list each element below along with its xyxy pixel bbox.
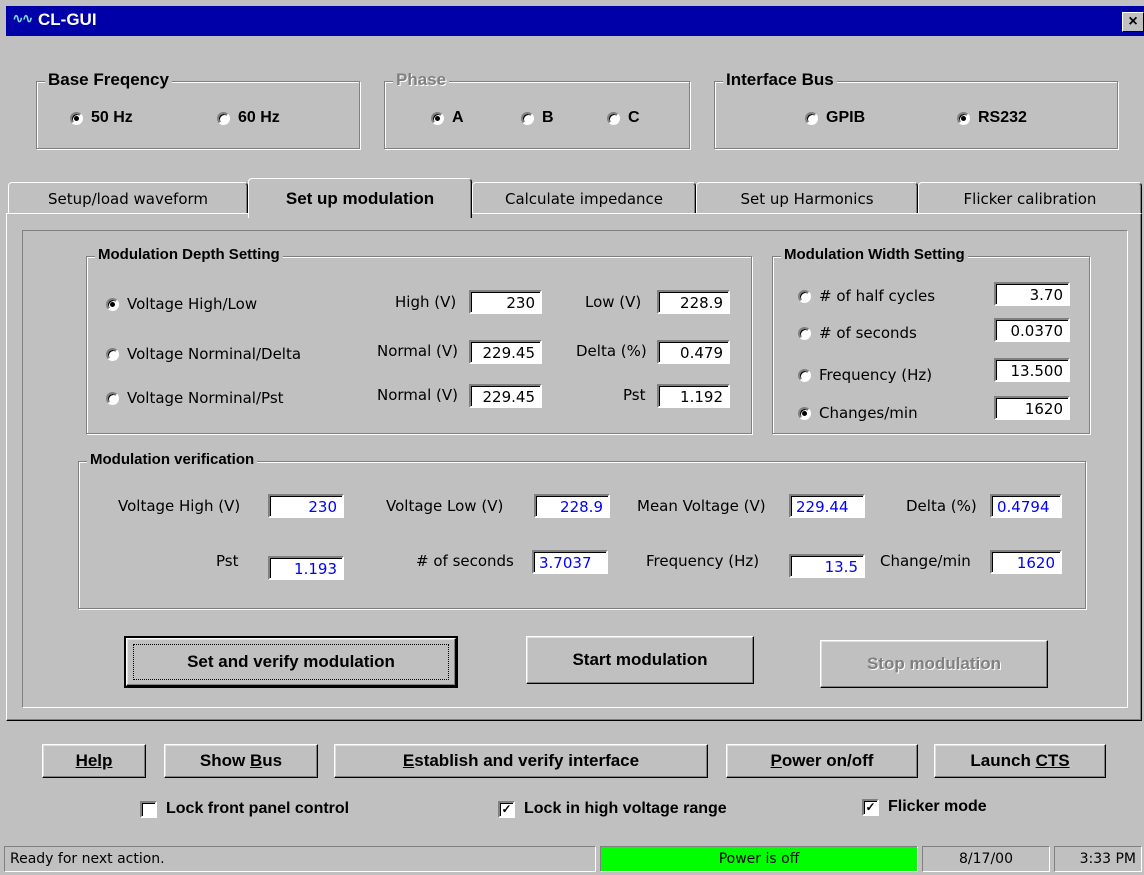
- radio-rs232[interactable]: RS232: [957, 109, 1027, 127]
- seconds-field[interactable]: 0.0370: [994, 318, 1070, 342]
- verify-change-min-label: Change/min: [880, 552, 971, 570]
- radio-changes-min[interactable]: Changes/min: [798, 404, 918, 422]
- app-window: ∿∿ CL-GUI × Base Freqency 50 Hz 60 Hz Ph…: [0, 0, 1144, 875]
- modulation-depth-label: Modulation Depth Setting: [95, 246, 283, 263]
- check-mark-icon: ✓: [862, 798, 879, 816]
- radio-gpib[interactable]: GPIB: [805, 109, 865, 127]
- verify-delta-label: Delta (%): [906, 497, 977, 515]
- radio-phase-a[interactable]: A: [431, 109, 464, 127]
- verify-pst-value: 1.193: [268, 556, 344, 580]
- high-v-field[interactable]: 230: [469, 290, 542, 314]
- phase-group: Phase A B C: [384, 70, 690, 149]
- radio-dot: [798, 406, 811, 420]
- show-bus-button[interactable]: Show Bus: [164, 744, 318, 778]
- verify-voltage-low-value: 228.9: [534, 494, 610, 518]
- radio-dot: [431, 111, 444, 125]
- radio-dot: [805, 111, 818, 125]
- tab-set-up-modulation[interactable]: Set up modulation: [248, 178, 472, 218]
- radio-phase-c[interactable]: C: [607, 109, 640, 127]
- radio-voltage-normal-delta[interactable]: Voltage Norminal/Delta: [106, 345, 301, 363]
- lock-front-panel-checkbox[interactable]: Lock front panel control: [140, 800, 349, 818]
- radio-dot: [798, 326, 811, 340]
- verify-seconds-label: # of seconds: [416, 552, 514, 570]
- radio-dot: [521, 111, 534, 125]
- base-frequency-group: Base Freqency 50 Hz 60 Hz: [36, 70, 360, 149]
- radio-dot: [70, 111, 83, 125]
- modulation-verification-group: Modulation verification: [78, 451, 1086, 609]
- verify-voltage-high-label: Voltage High (V): [118, 497, 241, 515]
- verify-mean-voltage-label: Mean Voltage (V): [637, 497, 766, 515]
- establish-interface-button[interactable]: Establish and verify interface: [334, 744, 708, 778]
- low-v-field[interactable]: 228.9: [657, 290, 730, 314]
- radio-voltage-high-low[interactable]: Voltage High/Low: [106, 295, 257, 313]
- radio-frequency[interactable]: Frequency (Hz): [798, 366, 932, 384]
- status-message: Ready for next action.: [4, 846, 596, 872]
- lock-high-voltage-checkbox[interactable]: ✓ Lock in high voltage range: [498, 800, 727, 818]
- checkbox-box: [140, 800, 157, 818]
- radio-dot: [607, 111, 620, 125]
- normal-v-field[interactable]: 229.45: [469, 340, 542, 364]
- half-cycles-field[interactable]: 3.70: [994, 282, 1070, 306]
- radio-dot: [957, 111, 970, 125]
- verify-voltage-high-value: 230: [268, 494, 344, 518]
- interface-bus-label: Interface Bus: [723, 70, 837, 90]
- low-v-label: Low (V): [585, 293, 642, 311]
- tab-setup-load-waveform[interactable]: Setup/load waveform: [8, 182, 248, 214]
- stop-modulation-button[interactable]: Stop modulation: [820, 640, 1048, 688]
- verify-change-min-value: 1620: [990, 550, 1062, 574]
- radio-seconds[interactable]: # of seconds: [798, 324, 917, 342]
- normal-v-label: Normal (V): [377, 342, 459, 360]
- radio-dot: [217, 111, 230, 125]
- radio-phase-b[interactable]: B: [521, 109, 554, 127]
- tab-set-up-harmonics[interactable]: Set up Harmonics: [696, 182, 918, 214]
- status-date: 8/17/00: [922, 846, 1050, 872]
- verify-seconds-value: 3.7037: [532, 550, 608, 574]
- start-modulation-button[interactable]: Start modulation: [526, 636, 754, 684]
- tab-flicker-calibration[interactable]: Flicker calibration: [918, 182, 1142, 214]
- status-time: 3:33 PM: [1054, 846, 1142, 872]
- base-frequency-label: Base Freqency: [45, 70, 172, 90]
- modulation-verification-label: Modulation verification: [87, 451, 258, 468]
- launch-cts-button[interactable]: Launch CTS: [934, 744, 1106, 778]
- check-mark-icon: ✓: [498, 800, 515, 818]
- radio-60hz[interactable]: 60 Hz: [217, 109, 280, 127]
- close-button[interactable]: ×: [1122, 12, 1144, 32]
- verify-voltage-low-label: Voltage Low (V): [386, 497, 504, 515]
- modulation-width-label: Modulation Width Setting: [781, 246, 968, 263]
- set-verify-modulation-button[interactable]: Set and verify modulation: [124, 636, 458, 688]
- high-v-label: High (V): [395, 293, 457, 311]
- radio-dot: [106, 391, 119, 405]
- verify-frequency-label: Frequency (Hz): [646, 552, 760, 570]
- window-title: CL-GUI: [38, 10, 97, 29]
- title-bar[interactable]: ∿∿ CL-GUI ×: [6, 6, 1144, 36]
- verify-frequency-value: 13.5: [789, 554, 865, 578]
- radio-voltage-normal-pst[interactable]: Voltage Norminal/Pst: [106, 389, 284, 407]
- radio-dot: [798, 289, 811, 303]
- focus-rect: [133, 644, 449, 680]
- changes-min-field[interactable]: 1620: [994, 396, 1070, 420]
- pst-field[interactable]: 1.192: [657, 384, 730, 408]
- phase-label: Phase: [393, 70, 450, 90]
- normal-v-pst-field[interactable]: 229.45: [469, 384, 542, 408]
- frequency-field[interactable]: 13.500: [994, 358, 1070, 382]
- verify-mean-voltage-value: 229.44: [789, 494, 865, 518]
- flicker-mode-checkbox[interactable]: ✓ Flicker mode: [862, 798, 987, 816]
- tab-calculate-impedance[interactable]: Calculate impedance: [472, 182, 696, 214]
- pst-label: Pst: [623, 386, 646, 404]
- waveform-icon: ∿∿: [12, 11, 33, 27]
- normal-v-pst-label: Normal (V): [377, 386, 459, 404]
- interface-bus-group: Interface Bus GPIB RS232: [714, 70, 1118, 149]
- radio-dot: [106, 297, 119, 311]
- help-button[interactable]: Help: [42, 744, 146, 778]
- radio-dot: [106, 347, 119, 361]
- radio-dot: [798, 368, 811, 382]
- verify-pst-label: Pst: [216, 552, 239, 570]
- radio-50hz[interactable]: 50 Hz: [70, 109, 133, 127]
- power-status: Power is off: [600, 846, 918, 872]
- radio-half-cycles[interactable]: # of half cycles: [798, 287, 935, 305]
- power-on-off-button[interactable]: Power on/off: [726, 744, 918, 778]
- delta-field[interactable]: 0.479: [657, 340, 730, 364]
- delta-label: Delta (%): [576, 342, 647, 360]
- verify-delta-value: 0.4794: [990, 494, 1062, 518]
